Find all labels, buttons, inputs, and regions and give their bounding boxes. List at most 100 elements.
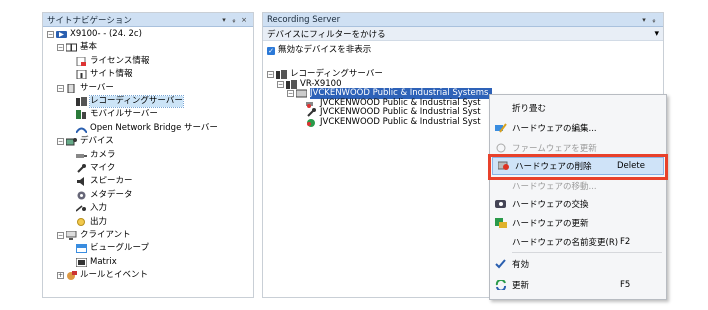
close-icon[interactable]: × (239, 16, 249, 24)
context-menu-label: ハードウェアの移動... (512, 182, 597, 192)
camera-icon (76, 151, 87, 160)
collapse-icon[interactable]: − (57, 232, 64, 239)
device-icon (66, 137, 77, 146)
context-menu-item[interactable]: 折り畳む (490, 99, 666, 117)
nav-tree-label: サイト情報 (90, 69, 133, 80)
microphone-icon (76, 164, 87, 173)
collapse-icon[interactable]: − (57, 84, 64, 92)
context-menu-label: 折り畳む (512, 104, 547, 114)
context-menu-item[interactable]: 更新 F5 (490, 276, 666, 294)
nav-tree-label: Matrix (90, 256, 117, 267)
context-menu: 折り畳む ハードウェアの編集... ファームウェアを更新 ハードウェアの削除 Delet… (489, 94, 667, 300)
context-menu-label: ファームウェアを更新 (512, 144, 597, 154)
device-tree-item[interactable]: JVCKENWOOD Public & Industrial Syst (297, 117, 481, 128)
nav-tree-item[interactable]: スピーカー (67, 176, 133, 187)
mobile-server-icon (76, 110, 87, 120)
nav-tree-label: スピーカー (90, 176, 133, 187)
check-icon (490, 259, 512, 269)
nav-tree-label: 入力 (90, 203, 108, 214)
nav-tree-item[interactable]: レコーディングサーバー (67, 95, 184, 108)
nav-tree-item[interactable]: ライセンス情報 (67, 56, 149, 67)
device-filter-bar[interactable]: デバイスにフィルターをかける ▾ (263, 27, 663, 41)
collapse-icon[interactable]: − (47, 31, 54, 38)
nav-tree-item[interactable]: − デバイス (57, 136, 114, 147)
device-tree-label: JVCKENWOOD Public & Industrial Syst (320, 117, 481, 127)
speaker-device-icon (306, 118, 317, 127)
nav-tree-item[interactable]: ビューグループ (67, 243, 149, 254)
checkbox-checked-icon[interactable]: ✓ (267, 46, 275, 55)
refresh-icon (490, 280, 512, 290)
nav-tree-label: 基本 (80, 42, 98, 53)
rules-icon (66, 271, 77, 281)
collapse-icon[interactable]: − (57, 138, 64, 146)
input-icon (76, 204, 87, 213)
nav-tree-item[interactable]: モバイルサーバー (67, 109, 158, 120)
nav-tree-item[interactable]: サイト情報 (67, 69, 133, 80)
output-icon (76, 217, 87, 227)
nav-tree-label: ビューグループ (90, 243, 149, 254)
context-menu-label: 更新 (512, 281, 530, 291)
pin-icon[interactable]: ᵩ (649, 16, 659, 24)
collapse-icon[interactable]: − (277, 80, 284, 88)
context-menu-item[interactable]: ハードウェアの編集... (490, 119, 666, 137)
server-icon (56, 30, 67, 39)
nav-tree-label: モバイルサーバー (90, 109, 158, 120)
nav-tree-item[interactable]: メタデータ (67, 190, 133, 201)
context-menu-label: ハードウェアの編集... (512, 124, 597, 134)
collapse-icon[interactable]: − (57, 44, 64, 52)
metadata-icon (76, 191, 87, 200)
nav-tree-label: カメラ (90, 149, 116, 160)
hide-disabled-checkbox-row[interactable]: ✓ 無効なデバイスを非表示 (267, 45, 371, 56)
server-group-icon (66, 83, 77, 93)
highlight-annotation-box (488, 154, 668, 180)
hide-disabled-label: 無効なデバイスを非表示 (278, 45, 372, 55)
nav-tree-item[interactable]: Matrix (67, 257, 117, 268)
site-info-icon (76, 70, 87, 80)
replace-hardware-icon (490, 199, 512, 209)
nav-tree-label: X9100- - (24. 2c) (70, 29, 142, 39)
nav-tree-label: サーバー (80, 82, 114, 93)
context-menu-label: ハードウェアの更新 (512, 219, 589, 229)
nav-tree-item[interactable]: − X9100- - (24. 2c) (47, 29, 142, 40)
pane-title: Recording Server (267, 14, 341, 25)
nav-tree-item[interactable]: 出力 (67, 217, 107, 228)
context-menu-shortcut: F5 (620, 280, 631, 290)
speaker-icon (76, 177, 87, 187)
dropdown-icon[interactable]: ▾ (219, 16, 229, 24)
menu-separator (512, 252, 662, 253)
view-group-icon (76, 244, 87, 254)
context-menu-item[interactable]: ハードウェアの名前変更(R) F2 (490, 233, 666, 251)
nav-tree-label: Open Network Bridge サーバー (90, 122, 218, 133)
nav-tree-item[interactable]: − クライアント (57, 230, 131, 241)
pane-title: サイトナビゲーション (47, 15, 132, 26)
context-menu-label: 有効 (512, 260, 530, 270)
bridge-icon (76, 124, 87, 133)
nav-tree-item[interactable]: + ルールとイベント (57, 270, 148, 281)
nav-tree-label: ライセンス情報 (90, 55, 150, 66)
license-icon (76, 56, 87, 66)
nav-tree-label: クライアント (80, 230, 131, 240)
context-menu-item[interactable]: ハードウェアの更新 (490, 214, 666, 232)
nav-tree-label: レコーディングサーバー (89, 95, 184, 108)
collapse-icon[interactable]: − (287, 90, 294, 98)
nav-tree-item[interactable]: Open Network Bridge サーバー (67, 123, 218, 134)
filter-label: デバイスにフィルターをかける (267, 29, 386, 40)
context-menu-label: ハードウェアの交換 (512, 200, 589, 210)
nav-tree-item[interactable]: 入力 (67, 203, 107, 214)
update-hardware-icon (490, 218, 512, 228)
nav-tree-item[interactable]: − 基本 (57, 42, 97, 53)
nav-tree-label: ルールとイベント (80, 270, 149, 281)
collapse-icon[interactable]: − (267, 71, 274, 78)
pin-icon[interactable]: ᵩ (229, 16, 239, 24)
context-menu-item[interactable]: 有効 (490, 255, 666, 273)
nav-tree-item[interactable]: カメラ (67, 150, 116, 161)
expand-icon[interactable]: + (57, 272, 64, 280)
site-navigation-pane: サイトナビゲーション ▾ ᵩ × − X9100- - (24. 2c) − 基本 ライ… (42, 12, 254, 298)
context-menu-item[interactable]: ハードウェアの交換 (490, 195, 666, 213)
nav-tree-label: メタデータ (90, 189, 133, 200)
dropdown-icon[interactable]: ▾ (639, 16, 649, 24)
nav-tree-label: 出力 (90, 216, 108, 227)
chevron-down-icon[interactable]: ▾ (654, 29, 659, 39)
nav-tree-item[interactable]: マイク (67, 163, 115, 174)
nav-tree-item[interactable]: − サーバー (57, 83, 114, 94)
